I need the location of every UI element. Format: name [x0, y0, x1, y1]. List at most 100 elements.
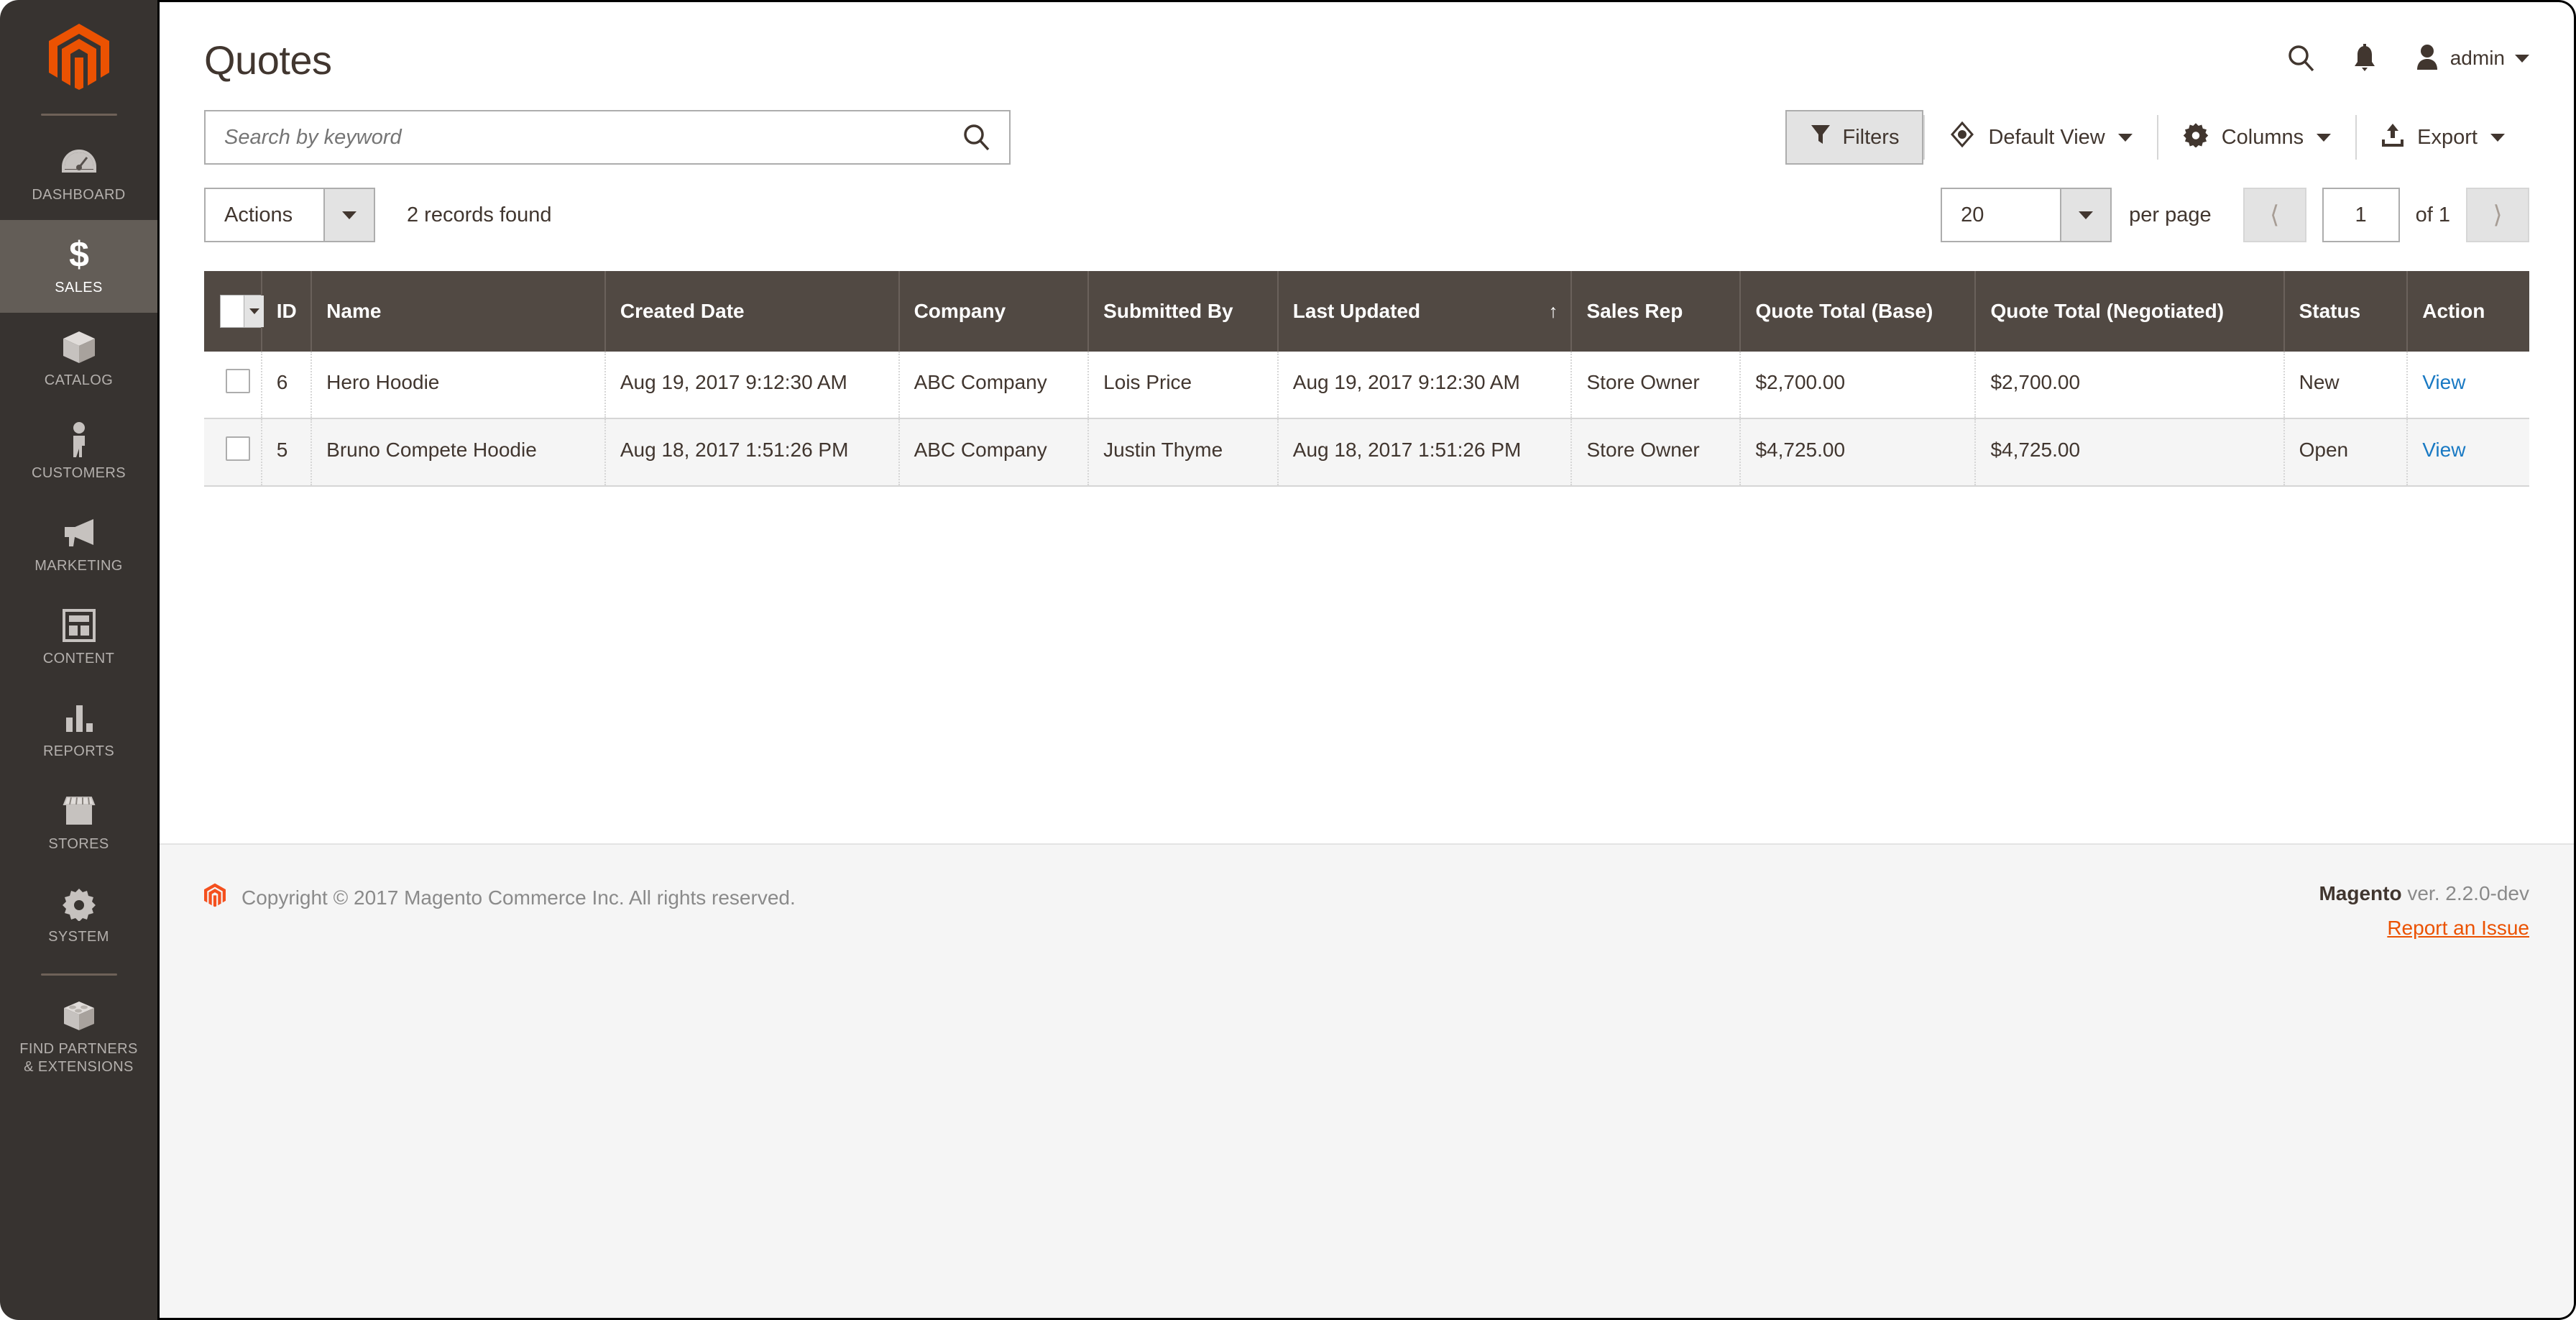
- sidebar-item-label: SYSTEM: [48, 929, 109, 945]
- sidebar-item-label: CUSTOMERS: [31, 465, 126, 481]
- filters-button[interactable]: Filters: [1785, 110, 1924, 165]
- user-icon: [2414, 43, 2440, 74]
- cell-quote-total-negotiated: $2,700.00: [1975, 352, 2285, 418]
- chevron-down-icon[interactable]: [323, 189, 374, 241]
- cell-sales-rep: Store Owner: [1571, 352, 1742, 418]
- cell-action[interactable]: View: [2407, 418, 2529, 486]
- report-issue-link[interactable]: Report an Issue: [2387, 917, 2529, 940]
- grid-subbar: Actions 2 records found 20 per page ⟨ 1 …: [160, 165, 2574, 242]
- view-link[interactable]: View: [2422, 439, 2465, 461]
- grid-container: ID Name Created Date Company Submitted B…: [160, 242, 2574, 487]
- filters-label: Filters: [1842, 125, 1900, 149]
- default-view-button[interactable]: Default View: [1925, 110, 2156, 165]
- sidebar-item-content[interactable]: CONTENT: [0, 591, 157, 684]
- content-spacer: [160, 486, 2574, 843]
- magento-logo[interactable]: [0, 10, 157, 104]
- table-body: 6 Hero Hoodie Aug 19, 2017 9:12:30 AM AB…: [204, 352, 2529, 486]
- magento-logo-small: [204, 882, 226, 913]
- subbar-left: Actions 2 records found: [204, 188, 552, 242]
- megaphone-icon: [60, 514, 98, 551]
- magento-brand: Magento: [2319, 882, 2402, 904]
- row-checkbox[interactable]: [226, 436, 250, 461]
- chevron-down-icon: [2117, 133, 2133, 142]
- cell-created-date: Aug 19, 2017 9:12:30 AM: [604, 352, 900, 418]
- page-footer: Copyright © 2017 Magento Commerce Inc. A…: [160, 843, 2574, 1318]
- columns-button[interactable]: Columns: [2158, 110, 2355, 165]
- search-icon[interactable]: [962, 123, 1009, 152]
- bar-chart-icon: [63, 700, 96, 737]
- sidebar-item-label: REPORTS: [42, 743, 115, 759]
- export-button[interactable]: Export: [2357, 110, 2529, 165]
- cell-action[interactable]: View: [2407, 352, 2529, 418]
- bell-icon[interactable]: [2352, 44, 2377, 73]
- column-header-company[interactable]: Company: [898, 271, 1090, 352]
- cell-last-updated: Aug 19, 2017 9:12:30 AM: [1277, 352, 1573, 418]
- column-header-sales-rep[interactable]: Sales Rep: [1571, 271, 1742, 352]
- actions-select[interactable]: Actions: [204, 188, 375, 242]
- cell-id: 5: [261, 418, 313, 486]
- search-input[interactable]: [206, 111, 962, 163]
- cell-id: 6: [261, 352, 313, 418]
- sidebar-item-reports[interactable]: REPORTS: [0, 684, 157, 776]
- next-page-button[interactable]: ⟩: [2466, 188, 2529, 242]
- header-row: ID Name Created Date Company Submitted B…: [204, 271, 2529, 352]
- cell-status: Open: [2283, 418, 2409, 486]
- sidebar-item-marketing[interactable]: MARKETING: [0, 498, 157, 591]
- funnel-icon: [1810, 123, 1831, 152]
- page-input[interactable]: [2322, 188, 2400, 242]
- column-header-id[interactable]: ID: [261, 271, 313, 352]
- column-header-quote-total-base[interactable]: Quote Total (Base): [1740, 271, 1977, 352]
- default-view-label: Default View: [1988, 125, 2105, 149]
- column-header-submitted-by[interactable]: Submitted By: [1088, 271, 1279, 352]
- cell-submitted-by: Justin Thyme: [1088, 418, 1279, 486]
- per-page-label: per page: [2129, 203, 2212, 226]
- row-checkbox-cell[interactable]: [204, 352, 262, 418]
- pagination: ⟨ of 1 ⟩: [2242, 188, 2529, 242]
- cell-sales-rep: Store Owner: [1571, 418, 1742, 486]
- storefront-icon: [61, 792, 97, 830]
- sidebar-item-find-partners[interactable]: FIND PARTNERS & EXTENSIONS: [0, 981, 157, 1092]
- column-header-status[interactable]: Status: [2283, 271, 2409, 352]
- gear-icon: [62, 885, 96, 922]
- upload-icon: [2381, 122, 2404, 152]
- chevron-down-icon[interactable]: [2060, 189, 2111, 241]
- column-header-name[interactable]: Name: [311, 271, 606, 352]
- row-checkbox-cell[interactable]: [204, 418, 262, 486]
- sidebar-item-label: CONTENT: [42, 651, 115, 666]
- actions-label: Actions: [224, 203, 293, 226]
- column-header-created-date[interactable]: Created Date: [604, 271, 900, 352]
- sidebar-divider-top: [40, 114, 117, 116]
- export-label: Export: [2417, 125, 2478, 149]
- row-checkbox[interactable]: [226, 369, 250, 393]
- table-row[interactable]: 6 Hero Hoodie Aug 19, 2017 9:12:30 AM AB…: [204, 352, 2529, 418]
- admin-menu[interactable]: admin: [2414, 43, 2529, 74]
- sidebar-item-dashboard[interactable]: DASHBOARD: [0, 127, 157, 220]
- prev-page-button[interactable]: ⟨: [2242, 188, 2306, 242]
- mass-select-dropdown[interactable]: [220, 295, 264, 328]
- sidebar-item-customers[interactable]: CUSTOMERS: [0, 405, 157, 498]
- table-row[interactable]: 5 Bruno Compete Hoodie Aug 18, 2017 1:51…: [204, 418, 2529, 486]
- sidebar-item-catalog[interactable]: CATALOG: [0, 313, 157, 405]
- sidebar-item-system[interactable]: SYSTEM: [0, 869, 157, 962]
- select-all-header[interactable]: [204, 271, 264, 352]
- per-page-select[interactable]: 20: [1941, 188, 2112, 242]
- sidebar-item-stores[interactable]: STORES: [0, 776, 157, 869]
- column-header-last-updated[interactable]: Last Updated ↑: [1277, 271, 1573, 352]
- sidebar-item-label: FIND PARTNERS & EXTENSIONS: [19, 1041, 138, 1075]
- dollar-icon: $: [67, 235, 91, 274]
- subbar-right: 20 per page ⟨ of 1 ⟩: [1941, 188, 2529, 242]
- copyright-block: Copyright © 2017 Magento Commerce Inc. A…: [204, 882, 796, 913]
- cell-quote-total-negotiated: $4,725.00: [1975, 418, 2285, 486]
- header-actions: admin: [2286, 43, 2529, 78]
- cell-company: ABC Company: [898, 352, 1090, 418]
- admin-page: DASHBOARD $ SALES CATALOG CUSTOMERS MARK…: [0, 0, 2576, 1320]
- search-icon[interactable]: [2286, 44, 2315, 73]
- version-text: ver. 2.2.0-dev: [2401, 882, 2529, 904]
- sidebar-item-sales[interactable]: $ SALES: [0, 220, 157, 313]
- sidebar-item-label: DASHBOARD: [32, 187, 126, 203]
- table-header: ID Name Created Date Company Submitted B…: [204, 271, 2529, 352]
- columns-label: Columns: [2221, 125, 2304, 149]
- view-link[interactable]: View: [2422, 371, 2465, 393]
- gear-icon: [2183, 122, 2209, 153]
- column-header-quote-total-negotiated[interactable]: Quote Total (Negotiated): [1975, 271, 2285, 352]
